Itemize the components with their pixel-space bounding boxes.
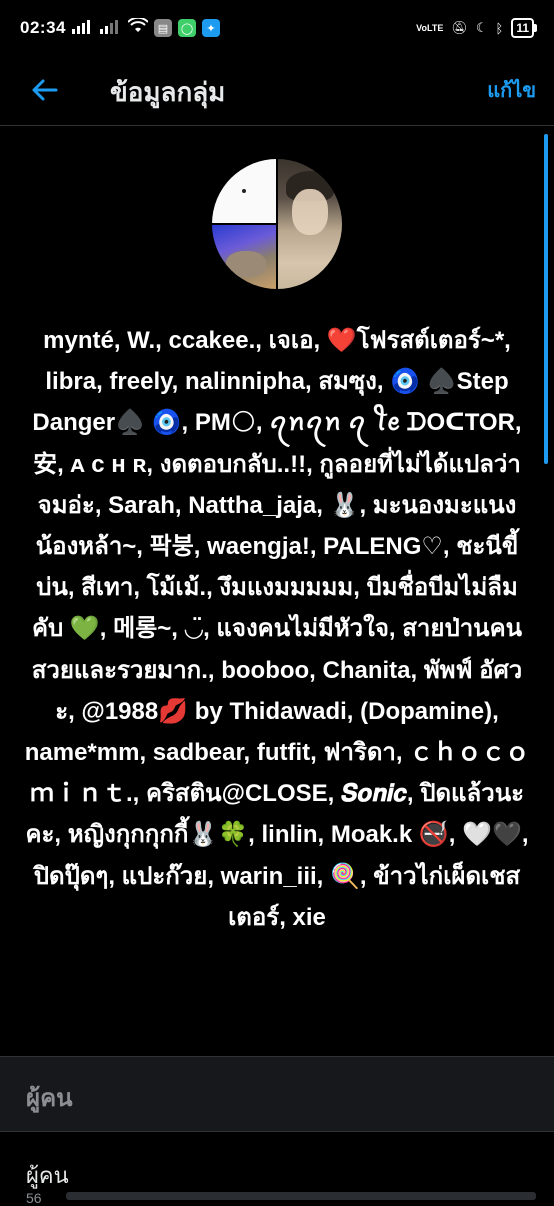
status-left: 02:34 ▤ ◯ ✦ [20,16,220,39]
app-notification-icon: ▤ [153,19,172,37]
edit-button[interactable]: แก้ไข [487,74,536,106]
battery-icon: 11 [511,18,537,38]
status-time: 02:34 [20,18,66,37]
moon-icon: ☾ [475,20,488,35]
wifi-icon [127,16,149,39]
avatar-tile-1 [212,159,276,223]
app-bar: ข้อมูลกลุ่ม แก้ไข [0,56,554,126]
group-member-names: mynté, W., ccakee., เจเอ, ❤️โฟรสต์เตอร์~… [24,327,530,931]
avatar-tile-3 [278,159,342,289]
line-app-icon: ◯ [177,19,196,37]
people-row-label[interactable]: ผู้คน [26,1158,69,1193]
section-band [0,1056,554,1132]
people-count: 56 [26,1190,42,1206]
scrollbar[interactable] [544,134,548,464]
avatar-tile-2 [212,225,276,289]
people-row-placeholder [66,1192,536,1200]
twitter-app-icon: ✦ [201,19,220,37]
status-bar: 02:34 ▤ ◯ ✦ VoLTE 🔕︎ ☾ ᛒ 11 [0,0,554,56]
signal-2-icon [99,19,122,37]
arrow-left-icon [32,79,58,101]
signal-icon [71,19,94,37]
back-button[interactable] [28,72,60,108]
bell-off-icon: 🔕︎ [451,20,468,35]
bluetooth-icon: ᛒ [495,20,504,36]
people-section-header: ผู้คน [26,1085,73,1112]
status-right: VoLTE 🔕︎ ☾ ᛒ 11 [416,18,537,38]
group-avatar[interactable] [212,159,342,289]
volte-icon: VoLTE [416,22,444,33]
page-title: ข้อมูลกลุ่ม [110,77,226,107]
